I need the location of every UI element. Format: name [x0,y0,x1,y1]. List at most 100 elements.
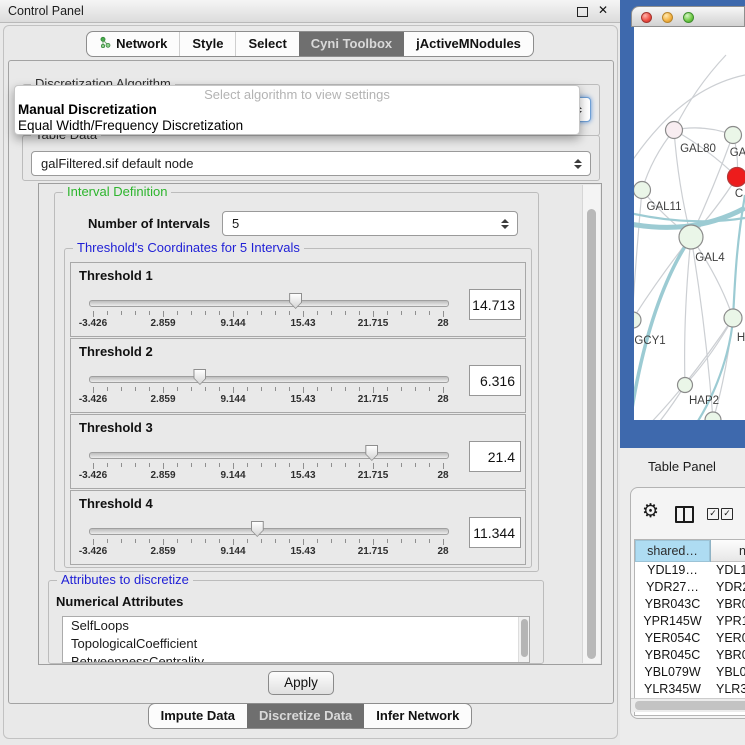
table-row[interactable]: YPR145WYPR1 [635,613,745,630]
cell-name: YBR0 [710,596,745,613]
slider-tick [303,463,304,469]
checkbox-icon[interactable]: ✓ [721,508,733,520]
vertical-scrollbar[interactable] [582,185,600,663]
network-node-c[interactable] [728,168,745,187]
attribute-list-item[interactable]: SelfLoops [63,617,529,635]
control-panel-titlebar[interactable]: Control Panel ✕ [0,0,620,23]
slider-track[interactable] [89,300,449,307]
tab-network[interactable]: Network [87,32,179,56]
slider-track[interactable] [89,528,449,535]
horizontal-scrollbar-thumb[interactable] [635,701,745,710]
slider-tick [191,311,192,315]
control-panel-window: Control Panel ✕ NetworkStyleSelectCyni T… [0,0,621,745]
network-edge[interactable] [634,190,642,320]
tab-style[interactable]: Style [179,32,235,56]
slider-tick [177,311,178,315]
network-node-label: C [735,188,743,200]
table-row[interactable]: YLR345WYLR3 [635,681,745,698]
slider-tick-label: -3.426 [79,394,107,405]
network-node-label: GA [730,147,745,159]
mac-zoom-icon[interactable] [683,12,694,23]
network-node-gcy1[interactable] [634,312,641,328]
attribute-list-item[interactable]: BetweennessCentrality [63,653,529,663]
network-canvas[interactable]: GAL80GACGAL11GAL4GCY1HHAP2 [634,27,745,420]
dropdown-item-equal-width[interactable]: Equal Width/Frequency Discretization [18,118,243,134]
checkbox-icon[interactable]: ✓ [707,508,719,520]
network-node-gal80[interactable] [666,122,683,139]
list-scrollbar-thumb[interactable] [521,619,528,657]
slider-tick [373,539,374,545]
threshold-value-field[interactable]: 11.344 [469,517,521,548]
network-node-ga[interactable] [725,127,742,144]
mac-close-icon[interactable] [641,12,652,23]
tab-impute-data[interactable]: Impute Data [149,704,247,728]
slider-tick-label: 2.859 [150,470,175,481]
slider-tick [135,539,136,543]
table-row[interactable]: YBR043CYBR0 [635,596,745,613]
table-row[interactable]: YBL079WYBL0 [635,664,745,681]
columns-icon[interactable] [675,506,694,523]
horizontal-scrollbar[interactable] [631,698,745,712]
slider-tick [373,387,374,393]
table-row[interactable]: YDL19…YDL1 [635,562,745,579]
vertical-scrollbar-thumb[interactable] [587,209,596,659]
tab-jactivemnodules[interactable]: jActiveMNodules [404,32,533,56]
network-node-gal4[interactable] [679,225,703,249]
slider-tick [107,387,108,391]
column-header-name[interactable]: na [711,540,745,562]
tab-discretize-data[interactable]: Discretize Data [247,704,364,728]
column-header-shared-name[interactable]: shared… [635,540,711,562]
mac-minimize-icon[interactable] [662,12,673,23]
slider-tick [177,463,178,467]
slider-tick [387,311,388,315]
cell-shared-name: YBR045C [635,647,710,664]
slider-tick [135,311,136,315]
network-node-h[interactable] [724,309,742,327]
slider-track[interactable] [89,376,449,383]
threshold-value-field[interactable]: 14.713 [469,289,521,320]
number-of-intervals-combobox[interactable]: 5 [222,211,518,236]
tab-infer-network[interactable]: Infer Network [364,704,471,728]
table-data-combobox[interactable]: galFiltered.sif default node [31,151,591,176]
control-panel-tabs: NetworkStyleSelectCyni ToolboxjActiveMNo… [0,31,620,57]
threshold-value-field[interactable]: 21.4 [469,441,521,472]
slider-tick [233,387,234,393]
list-scrollbar[interactable] [518,617,529,662]
close-icon[interactable]: ✕ [598,3,608,17]
table-panel-title: Table Panel [648,459,716,474]
threshold-value-field[interactable]: 6.316 [469,365,521,396]
table-row[interactable]: YER054CYER0 [635,630,745,647]
network-node-gal11[interactable] [634,182,651,199]
network-edge[interactable] [634,385,685,420]
dropdown-item-manual-discretization[interactable]: Manual Discretization [18,102,157,118]
tab-cyni-toolbox[interactable]: Cyni Toolbox [299,32,404,56]
slider-tick [233,311,234,317]
slider-tick [359,387,360,391]
slider-tick [401,387,402,391]
control-panel-title: Control Panel [8,0,84,22]
network-node[interactable] [705,412,721,420]
network-edge[interactable] [691,237,713,420]
node-table: shared… na YDL19…YDL1YDR27…YDR2YBR043CYB… [634,539,745,716]
apply-button[interactable]: Apply [268,671,334,695]
attribute-list-item[interactable]: TopologicalCoefficient [63,635,529,653]
tab-label: Infer Network [376,704,459,728]
slider-track[interactable] [89,452,449,459]
slider-tick [93,311,94,317]
tab-select[interactable]: Select [235,32,298,56]
network-node-hap2[interactable] [678,378,693,393]
slider-tick [359,539,360,543]
float-window-icon[interactable] [577,7,588,17]
network-edge[interactable] [642,130,674,190]
slider-tick [345,387,346,391]
network-edge[interactable] [685,237,691,385]
table-row[interactable]: YBR045CYBR0 [635,647,745,664]
numerical-attributes-list[interactable]: SelfLoopsTopologicalCoefficientBetweenne… [62,616,530,663]
gear-icon[interactable]: ⚙ [642,502,659,521]
slider-tick [303,311,304,317]
slider-tick [373,463,374,469]
network-window-titlebar[interactable] [631,6,745,27]
slider-tick [177,387,178,391]
threshold-panel-1: Threshold 1-3.4262.8599.14415.4321.71528… [70,262,526,337]
table-row[interactable]: YDR27…YDR2 [635,579,745,596]
